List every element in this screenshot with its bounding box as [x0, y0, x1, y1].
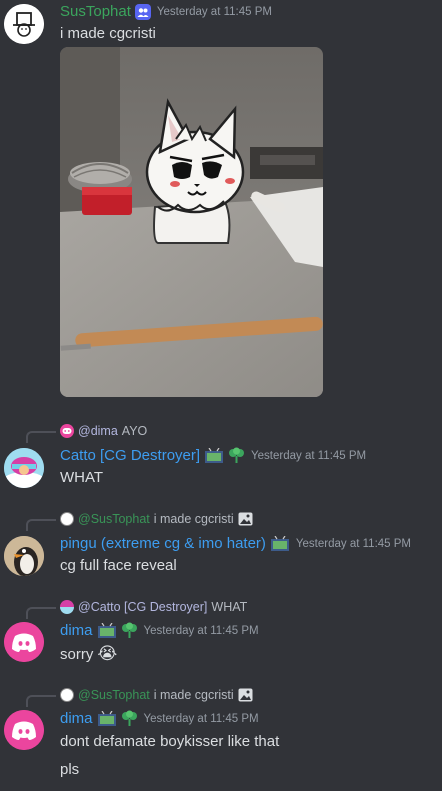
tv-badge-icon[interactable]	[97, 710, 117, 727]
reply-preview[interactable]: @SusTophat i made cgcristi	[26, 686, 253, 707]
discord-logo-icon	[4, 710, 44, 750]
penguin-avatar-icon	[4, 536, 44, 576]
timestamp[interactable]: Yesterday at 11:45 PM	[251, 450, 366, 462]
reply-text: AYO	[121, 424, 148, 438]
message-text-followup: pls	[60, 761, 80, 778]
top-hat-icon	[60, 688, 74, 702]
leaf-badge-icon[interactable]	[121, 710, 138, 727]
author-name[interactable]: dima	[60, 622, 93, 639]
author-name[interactable]: dima	[60, 710, 93, 727]
avatar[interactable]	[4, 536, 44, 576]
message-text: i made cgcristi	[60, 25, 156, 42]
tv-badge-icon[interactable]	[97, 622, 117, 639]
reply-spine	[26, 431, 56, 443]
leaf-badge-icon[interactable]	[121, 622, 138, 639]
reply-preview[interactable]: @dima AYO	[26, 422, 148, 443]
reply-text: i made cgcristi	[153, 688, 234, 702]
reply-mention[interactable]: @Catto [CG Destroyer]	[78, 600, 207, 614]
timestamp[interactable]: Yesterday at 11:45 PM	[157, 6, 272, 18]
reply-spine	[26, 519, 56, 531]
reply-mention[interactable]: @SusTophat	[78, 688, 150, 702]
avatar[interactable]	[4, 710, 44, 750]
reply-mention[interactable]: @SusTophat	[78, 512, 150, 526]
reply-spine	[26, 695, 56, 707]
top-hat-icon	[4, 4, 44, 44]
author-name[interactable]: Catto [CG Destroyer]	[60, 447, 200, 464]
discord-logo-icon	[60, 424, 74, 438]
tv-badge-icon[interactable]	[204, 447, 224, 464]
message-text-row: sorry 😭	[60, 644, 117, 664]
chat-log: SusTophat Yesterday at 11:45 PM i made c…	[0, 0, 442, 791]
timestamp[interactable]: Yesterday at 11:45 PM	[144, 713, 259, 725]
avatar-image-icon	[4, 448, 44, 488]
image-attachment-icon	[238, 512, 253, 526]
discord-logo-icon	[4, 622, 44, 662]
timestamp[interactable]: Yesterday at 11:45 PM	[296, 538, 411, 550]
reply-mention[interactable]: @dima	[78, 424, 118, 438]
avatar[interactable]	[4, 4, 44, 44]
top-hat-icon	[60, 512, 74, 526]
moderator-badge-icon[interactable]	[134, 3, 151, 20]
message-text: WHAT	[60, 469, 104, 486]
tv-badge-icon[interactable]	[270, 535, 290, 552]
message-text: dont defamate boykisser like that	[60, 733, 280, 750]
image-attachment-icon	[238, 688, 253, 702]
reply-text: WHAT	[211, 600, 248, 614]
message-text: sorry	[60, 645, 94, 663]
loudly-crying-emoji[interactable]: 😭	[97, 644, 117, 664]
catto-mini-avatar-icon	[60, 600, 74, 614]
reply-text: i made cgcristi	[153, 512, 234, 526]
author-name[interactable]: pingu (extreme cg & imo hater)	[60, 535, 266, 552]
leaf-badge-icon[interactable]	[228, 447, 245, 464]
reply-preview[interactable]: @Catto [CG Destroyer] WHAT	[26, 598, 248, 619]
author-name[interactable]: SusTophat	[60, 3, 131, 20]
reply-preview[interactable]: @SusTophat i made cgcristi	[26, 510, 253, 531]
avatar[interactable]	[4, 448, 44, 488]
message-text: cg full face reveal	[60, 557, 177, 574]
avatar[interactable]	[4, 622, 44, 662]
timestamp[interactable]: Yesterday at 11:45 PM	[144, 625, 259, 637]
attached-photo[interactable]	[60, 47, 323, 397]
reply-spine	[26, 607, 56, 619]
